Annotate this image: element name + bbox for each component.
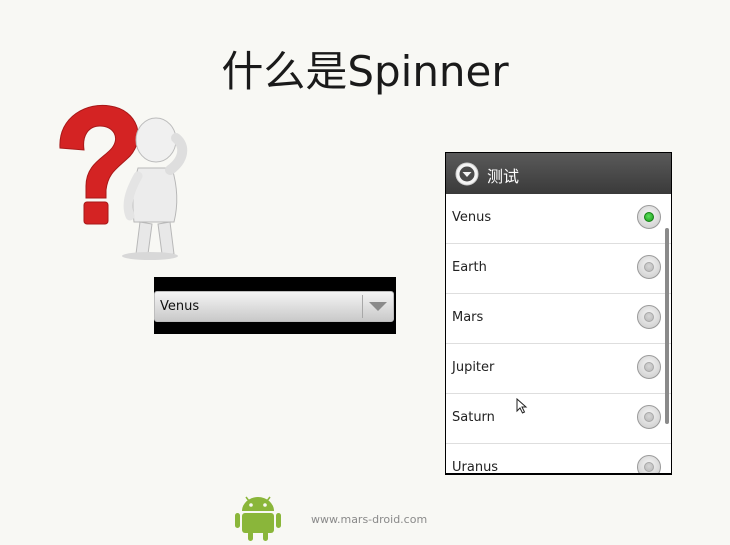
list-item-label: Uranus [452, 460, 499, 473]
spinner[interactable]: Venus [154, 291, 394, 322]
radio-indicator [644, 262, 654, 272]
dialog-header: 测试 [446, 153, 671, 194]
radio-indicator [644, 412, 654, 422]
spinner-dialog: 测试 Venus Earth Mars Jupiter Saturn Uranu… [445, 152, 672, 475]
list-item-label: Jupiter [452, 360, 495, 375]
spinner-selected-value: Venus [160, 299, 200, 314]
radio-button-checked[interactable] [637, 205, 661, 229]
radio-button[interactable] [637, 355, 661, 379]
slide-title: 什么是Spinner [221, 47, 509, 96]
radio-button[interactable] [637, 305, 661, 329]
footer-url: www.mars-droid.com [311, 513, 428, 526]
list-item[interactable]: Jupiter [446, 344, 671, 394]
dialog-list[interactable]: Venus Earth Mars Jupiter Saturn Uranus [446, 194, 671, 473]
radio-indicator [644, 362, 654, 372]
list-item-label: Earth [452, 260, 487, 275]
list-item-label: Venus [452, 210, 492, 225]
list-item-label: Mars [452, 310, 484, 325]
radio-indicator [644, 212, 654, 222]
list-item-label: Saturn [452, 410, 495, 425]
list-item[interactable]: Uranus [446, 444, 671, 473]
list-item[interactable]: Earth [446, 244, 671, 294]
chevron-down-icon [369, 302, 387, 311]
list-item[interactable]: Saturn [446, 394, 671, 444]
radio-indicator [644, 462, 654, 472]
radio-button[interactable] [637, 255, 661, 279]
question-mark-figure-icon [59, 104, 188, 260]
dialog-arrow-icon [455, 162, 479, 186]
list-item[interactable]: Venus [446, 194, 671, 244]
radio-button[interactable] [637, 405, 661, 429]
spinner-frame: Venus [154, 277, 396, 334]
android-logo-icon [235, 496, 281, 541]
radio-indicator [644, 312, 654, 322]
list-item[interactable]: Mars [446, 294, 671, 344]
mouse-cursor-icon [516, 398, 528, 414]
radio-button[interactable] [637, 455, 661, 473]
spinner-divider [362, 295, 363, 318]
scrollbar[interactable] [665, 228, 669, 424]
dialog-title: 测试 [487, 167, 520, 186]
